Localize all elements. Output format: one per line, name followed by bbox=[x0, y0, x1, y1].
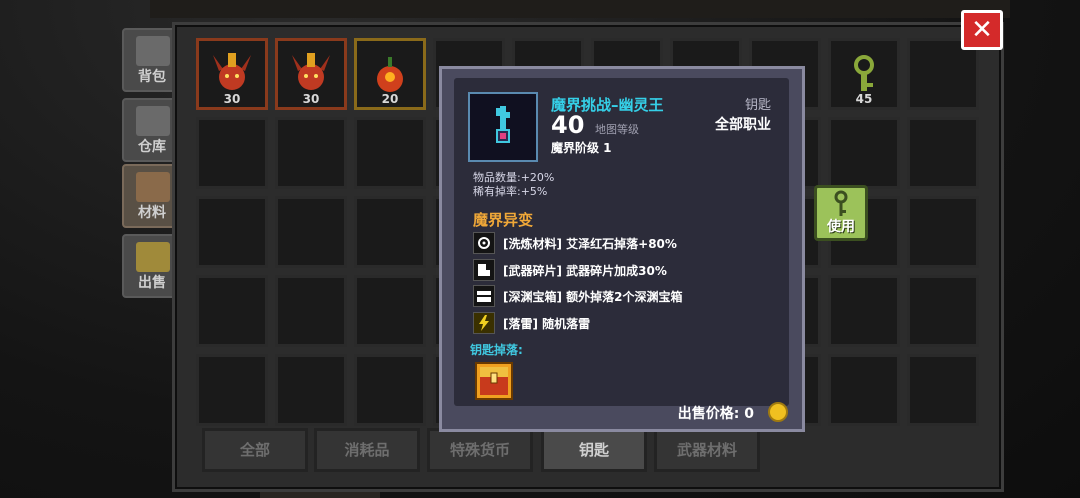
modifier-text: [武器碎片] 武器碎片加成30% bbox=[503, 264, 667, 278]
modifier-text: [深渊宝箱] 额外掉落2个深渊宝箱 bbox=[503, 290, 683, 304]
chest-icon bbox=[473, 285, 495, 307]
item-slot[interactable] bbox=[275, 354, 347, 426]
filter-tab-all[interactable]: 全部 bbox=[202, 428, 308, 472]
item-slot[interactable] bbox=[354, 117, 426, 189]
item-slot[interactable] bbox=[828, 117, 900, 189]
map-level: 40 bbox=[551, 111, 585, 139]
stat-line: 稀有掉率:+5% bbox=[473, 185, 548, 198]
close-icon: ✕ bbox=[971, 15, 993, 45]
item-slot[interactable] bbox=[275, 117, 347, 189]
item-slot[interactable] bbox=[907, 196, 979, 268]
close-button[interactable]: ✕ bbox=[961, 10, 1003, 50]
gear-icon bbox=[473, 232, 495, 254]
use-button-label: 使用 bbox=[827, 219, 855, 235]
treasure-chest-icon bbox=[475, 362, 513, 400]
filter-tab-weapon-materials[interactable]: 武器材料 bbox=[654, 428, 760, 472]
item-slot[interactable] bbox=[196, 354, 268, 426]
item-preview bbox=[468, 92, 538, 162]
warehouse-icon bbox=[136, 106, 170, 136]
modifier-text: [洗炼材料] 艾泽红石掉落+80% bbox=[503, 237, 677, 251]
realm-tier: 魔界阶级 1 bbox=[551, 141, 612, 155]
lightning-icon bbox=[473, 312, 495, 334]
item-quantity: 45 bbox=[855, 92, 873, 106]
item-tooltip: 魔界挑战–幽灵王 钥匙 40 地图等级 全部职业 魔界阶级 1 物品数量:+20… bbox=[439, 66, 805, 432]
filter-tab-special-currency[interactable]: 特殊货币 bbox=[427, 428, 533, 472]
materials-icon bbox=[136, 172, 170, 202]
item-slot[interactable] bbox=[196, 275, 268, 347]
filter-tab-consumables[interactable]: 消耗品 bbox=[314, 428, 420, 472]
item-slot[interactable] bbox=[354, 354, 426, 426]
item-quantity: 30 bbox=[302, 92, 320, 106]
item-slot[interactable] bbox=[196, 196, 268, 268]
section-title: 魔界异变 bbox=[473, 211, 534, 229]
item-slot[interactable] bbox=[275, 275, 347, 347]
map-level-label: 地图等级 bbox=[595, 123, 639, 136]
filter-tab-keys[interactable]: 钥匙 bbox=[541, 428, 647, 472]
item-slot[interactable] bbox=[907, 275, 979, 347]
shard-icon bbox=[473, 259, 495, 281]
coin-icon bbox=[768, 402, 788, 422]
item-slot[interactable]: 30 bbox=[196, 38, 268, 110]
item-quantity: 30 bbox=[223, 92, 241, 106]
item-slot[interactable] bbox=[828, 354, 900, 426]
sell-price: 出售价格: 0 bbox=[677, 406, 754, 422]
key-drop-label: 钥匙掉落: bbox=[470, 343, 523, 357]
item-slot[interactable] bbox=[354, 275, 426, 347]
item-slot[interactable] bbox=[354, 196, 426, 268]
item-type: 钥匙 bbox=[744, 98, 771, 113]
item-slot[interactable] bbox=[196, 117, 268, 189]
tooltip-body: 魔界挑战–幽灵王 钥匙 40 地图等级 全部职业 魔界阶级 1 物品数量:+20… bbox=[454, 78, 789, 406]
modifier-text: [落雷] 随机落雷 bbox=[503, 317, 591, 331]
item-slot[interactable] bbox=[828, 275, 900, 347]
use-button[interactable]: 使用 bbox=[814, 185, 868, 241]
item-slot[interactable]: 30 bbox=[275, 38, 347, 110]
demon-key-icon bbox=[496, 106, 510, 143]
item-slot[interactable] bbox=[275, 196, 347, 268]
class-restriction: 全部职业 bbox=[715, 117, 771, 133]
sell-icon bbox=[136, 242, 170, 272]
item-slot[interactable]: 45 bbox=[828, 38, 900, 110]
key-icon bbox=[834, 190, 848, 216]
background-decor-top bbox=[150, 0, 1010, 18]
item-quantity: 20 bbox=[381, 92, 399, 106]
item-slot[interactable]: 20 bbox=[354, 38, 426, 110]
backpack-icon bbox=[136, 36, 170, 66]
item-slot[interactable] bbox=[907, 117, 979, 189]
item-slot[interactable] bbox=[907, 354, 979, 426]
